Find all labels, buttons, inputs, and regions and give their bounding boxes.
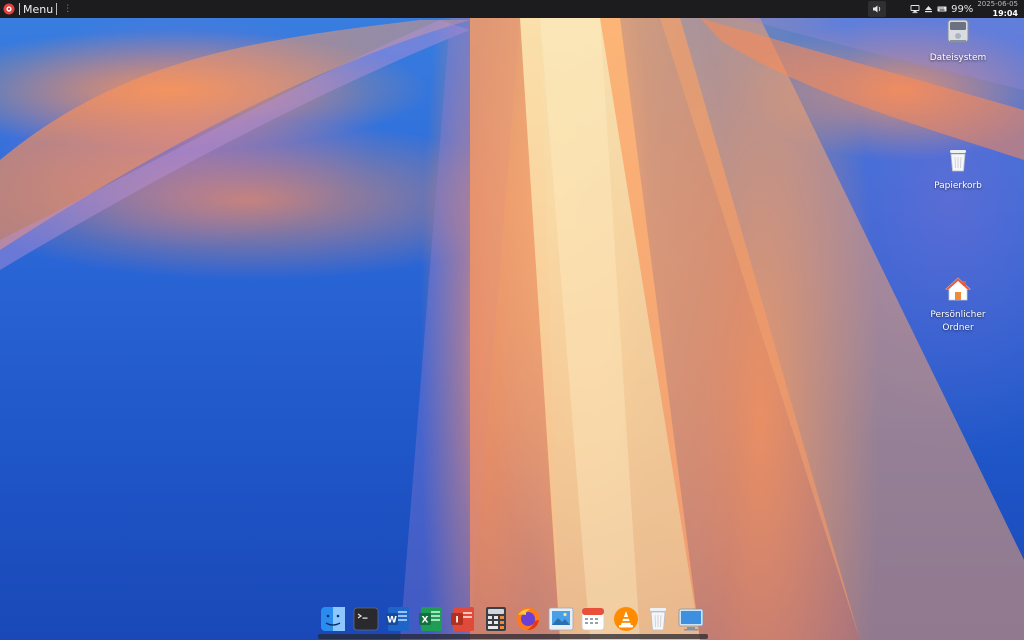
calendar-icon[interactable] (580, 606, 606, 632)
finder-icon[interactable] (320, 606, 346, 632)
top-panel: Menu ⋮ 99% 2025-06-05 19:04 (0, 0, 1024, 18)
system-tray: 99% (910, 4, 973, 15)
volume-button[interactable] (868, 1, 887, 17)
panel-separator (19, 3, 20, 15)
desktop-wallpaper (0, 0, 1024, 640)
panel-separator (56, 3, 58, 15)
firefox-icon[interactable] (515, 606, 541, 632)
battery-percentage[interactable]: 99% (951, 4, 973, 15)
dock: W X I (318, 604, 708, 640)
excel-icon[interactable]: X (418, 606, 444, 632)
desktop-icon-label: Papierkorb (934, 181, 982, 191)
image-viewer-icon[interactable] (548, 606, 574, 632)
app-menu-logo-icon[interactable] (2, 2, 16, 16)
svg-text:I: I (455, 616, 458, 626)
vlc-icon[interactable] (613, 606, 639, 632)
desktop-icon-trash[interactable]: Papierkorb (918, 146, 998, 193)
svg-text:W: W (387, 616, 397, 626)
network-icon[interactable] (910, 4, 920, 14)
calculator-icon[interactable] (483, 606, 509, 632)
desktop-icon-home-folder[interactable]: Persönlicher Ordner (918, 275, 998, 335)
clock-time: 19:04 (992, 9, 1018, 18)
terminal-icon[interactable] (353, 606, 379, 632)
app-menu-button[interactable]: Menu (23, 3, 53, 16)
clock-date: 2025-06-05 (977, 0, 1018, 8)
home-folder-icon (944, 277, 972, 301)
desktop-icon[interactable] (678, 606, 704, 632)
trash-icon[interactable] (645, 606, 671, 632)
volume-icon (873, 5, 881, 13)
presentation-icon[interactable]: I (450, 606, 476, 632)
panel-drag-handle-icon[interactable]: ⋮ (63, 4, 72, 14)
dock-shelf (318, 634, 708, 639)
eject-icon[interactable] (924, 4, 933, 14)
desktop-icon-label: Dateisystem (929, 53, 987, 63)
drive-icon (947, 19, 969, 43)
keyboard-layout-icon[interactable] (937, 4, 947, 14)
clock[interactable]: 2025-06-05 19:04 (977, 0, 1018, 18)
desktop-icon-filesystem[interactable]: Dateisystem (918, 18, 998, 65)
trash-icon (950, 150, 966, 172)
svg-text:X: X (421, 616, 428, 626)
word-icon[interactable]: W (385, 606, 411, 632)
desktop-icon-label: Persönlicher Ordner (930, 310, 986, 333)
